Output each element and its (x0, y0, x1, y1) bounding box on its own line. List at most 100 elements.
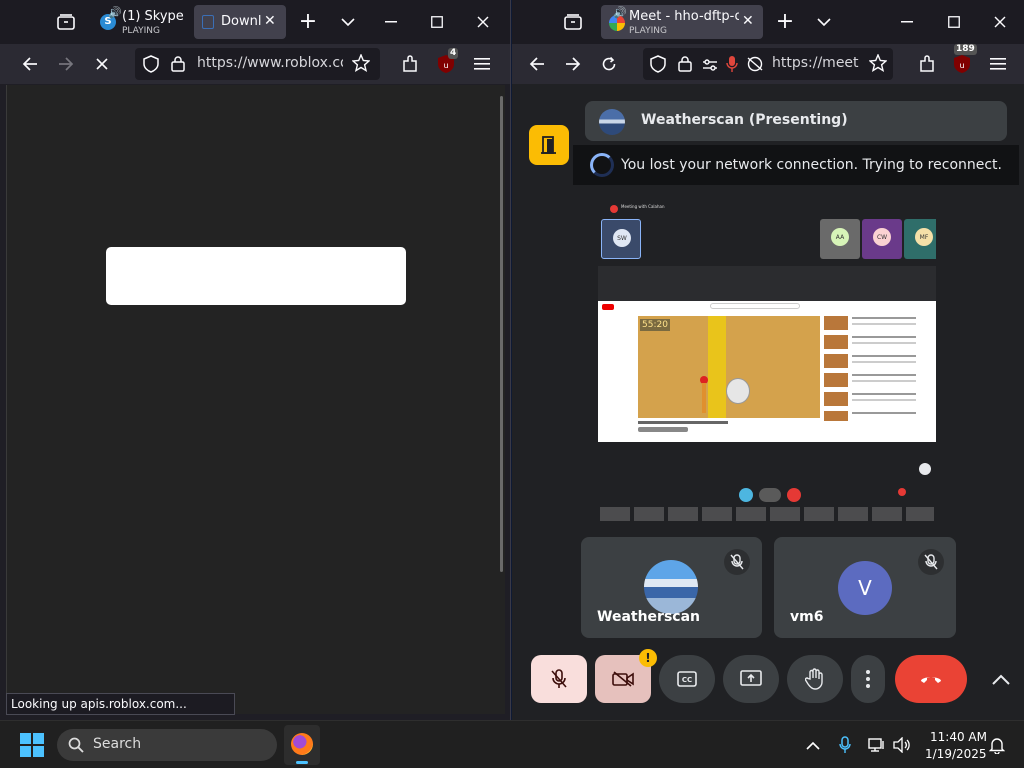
microphone-tray-icon[interactable] (831, 731, 859, 759)
toast-text: You lost your network connection. Trying… (621, 157, 1003, 173)
participant-avatar: V (838, 561, 892, 615)
tab-skype[interactable]: S 🔊 (1) Skype PLAYING (92, 5, 190, 39)
thumb-tile: MF (904, 219, 936, 259)
bookmark-star-icon[interactable] (351, 53, 371, 76)
ublock-icon[interactable]: u 189 (948, 44, 977, 78)
maximize-icon[interactable] (423, 8, 451, 36)
participant-name: Weatherscan (597, 609, 700, 625)
mic-toggle-button[interactable] (531, 655, 587, 703)
speaker-icon[interactable]: 🔊 (108, 6, 122, 19)
chevron-up-icon[interactable] (987, 665, 1015, 693)
close-window-icon[interactable] (986, 8, 1014, 36)
thumb-tile: SW (601, 219, 641, 259)
thumb-avatar: MF (915, 228, 933, 246)
speaker-icon[interactable]: 🔊 (613, 6, 627, 19)
taskbar-search[interactable]: Search (57, 729, 277, 761)
video-timer: 55:20 (640, 319, 670, 331)
present-icon (740, 670, 762, 686)
hang-up-icon (921, 677, 941, 683)
reload-icon[interactable] (595, 50, 623, 78)
shield-icon[interactable] (143, 55, 159, 77)
tab-title: Downlo (221, 14, 261, 29)
back-arrow-icon[interactable] (16, 50, 44, 78)
thumb-avatar: CW (873, 228, 891, 246)
camera-off-icon (612, 671, 634, 687)
chevron-down-icon[interactable] (810, 8, 838, 36)
thumb-tile: AA (820, 219, 860, 259)
raise-hand-button[interactable] (787, 655, 843, 703)
end-call-button[interactable] (895, 655, 967, 703)
shared-mic-button (739, 488, 753, 502)
shared-screen: Meeting with Calahan SW AA CW MF 55:20 (598, 201, 936, 521)
volume-icon[interactable] (887, 731, 915, 759)
close-window-icon[interactable] (469, 8, 497, 36)
camera-toggle-button[interactable]: ! (595, 649, 657, 703)
lock-icon[interactable] (171, 55, 185, 76)
captions-button[interactable]: CC (659, 655, 715, 703)
svg-text:CC: CC (682, 676, 692, 684)
camera-blocked-icon[interactable] (746, 56, 764, 76)
minimize-icon[interactable] (893, 8, 921, 36)
clock-time[interactable]: 11:40 AM (930, 730, 987, 744)
recommended-thumbs (824, 316, 848, 421)
character (726, 378, 750, 404)
right-browser-window: 🔊 Meet - hho-dftp-osv PLAYING ✕ + (512, 0, 1024, 720)
mic-off-icon (551, 669, 567, 688)
stop-loading-icon[interactable] (88, 50, 116, 78)
url-text[interactable]: https://meet.g (772, 55, 860, 71)
minimize-icon[interactable] (377, 8, 405, 36)
search-icon (68, 737, 84, 757)
lock-icon[interactable] (678, 55, 692, 76)
ublock-icon[interactable]: u 4 (432, 48, 460, 78)
forward-arrow-icon[interactable] (52, 50, 80, 78)
back-arrow-icon[interactable] (523, 50, 551, 78)
tab-playing-label: PLAYING (629, 26, 667, 36)
forward-arrow-icon[interactable] (559, 50, 587, 78)
thumb-avatar: AA (831, 228, 849, 246)
maximize-icon[interactable] (940, 8, 968, 36)
shared-meeting-title: Meeting with Calahan (621, 204, 665, 209)
youtube-search-box (710, 303, 800, 309)
close-tab-icon[interactable]: ✕ (264, 13, 276, 29)
bookmark-star-icon[interactable] (868, 53, 888, 76)
notification-bell-icon[interactable] (983, 731, 1011, 759)
presenting-banner[interactable]: Weatherscan (Presenting) (585, 101, 1007, 141)
leave-door-button[interactable] (529, 125, 569, 165)
participant-tile-vm6[interactable]: V vm6 (774, 537, 956, 638)
present-screen-button[interactable] (723, 655, 779, 703)
chevron-up-icon[interactable] (799, 731, 827, 759)
url-text[interactable]: https://www.roblox.com (197, 55, 343, 71)
more-options-button[interactable] (851, 655, 885, 703)
new-tab-icon[interactable]: + (294, 8, 322, 36)
search-placeholder: Search (93, 736, 142, 752)
windows-start-icon[interactable] (18, 731, 46, 759)
tab-overview-icon[interactable] (52, 8, 80, 36)
svg-text:u: u (959, 61, 964, 70)
thumb-avatar: SW (613, 229, 631, 247)
tab-download[interactable]: Downlo ✕ (194, 5, 286, 39)
participant-tile-weatherscan[interactable]: Weatherscan (581, 537, 762, 638)
clock-date[interactable]: 1/19/2025 (925, 747, 987, 761)
microphone-icon[interactable] (726, 55, 738, 77)
tab-meet[interactable]: 🔊 Meet - hho-dftp-osv PLAYING ✕ (601, 5, 763, 39)
hand-icon (805, 668, 823, 690)
scrollbar[interactable] (500, 96, 503, 572)
hamburger-menu-icon[interactable] (984, 50, 1012, 78)
shield-icon[interactable] (650, 55, 666, 77)
left-url-bar[interactable]: https://www.roblox.com (135, 48, 380, 80)
page-icon (202, 15, 214, 29)
firefox-taskbar-button[interactable] (284, 725, 320, 765)
hamburger-menu-icon[interactable] (468, 50, 496, 78)
shared-youtube-page: 55:20 (598, 301, 936, 442)
extensions-icon[interactable] (913, 50, 941, 78)
right-url-bar[interactable]: https://meet.g (643, 48, 893, 80)
chevron-down-icon[interactable] (334, 8, 362, 36)
new-tab-icon[interactable]: + (771, 8, 799, 36)
youtube-logo-icon (602, 304, 614, 310)
tab-overview-icon[interactable] (559, 8, 587, 36)
close-tab-icon[interactable]: ✕ (742, 13, 754, 29)
permissions-icon[interactable] (702, 57, 718, 76)
network-icon[interactable] (862, 731, 890, 759)
extensions-icon[interactable] (396, 50, 424, 78)
loading-placeholder-box (106, 247, 406, 305)
